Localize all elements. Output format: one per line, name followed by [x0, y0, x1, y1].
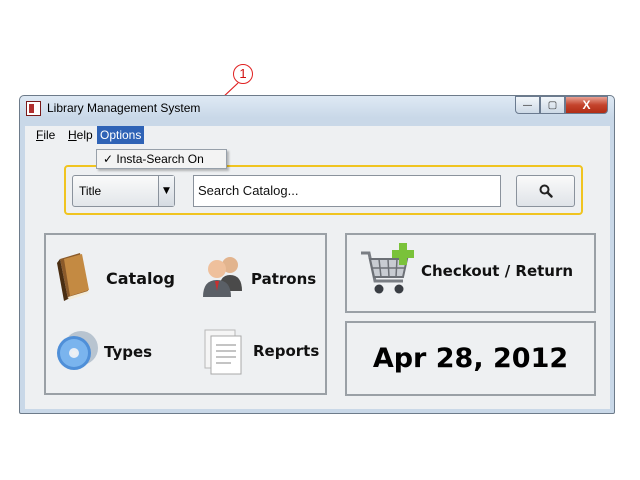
search-type-select[interactable]: Title ▼ [72, 175, 175, 207]
types-button[interactable]: Types [54, 328, 194, 380]
patrons-label: Patrons [251, 270, 317, 288]
app-window: Library Management System — ▢ X File Hel… [19, 95, 615, 414]
menu-options[interactable]: Options [97, 126, 145, 144]
catalog-label: Catalog [106, 269, 175, 288]
options-dropdown-menu: ✓ Insta-Search On [96, 149, 227, 169]
search-type-value: Title [79, 184, 102, 198]
reports-label: Reports [253, 342, 320, 360]
chevron-down-icon[interactable]: ▼ [158, 176, 174, 206]
disc-icon [57, 331, 98, 370]
app-book-icon [26, 101, 41, 116]
date-display: Apr 28, 2012 [345, 321, 596, 396]
menu-help[interactable]: Help [65, 126, 96, 144]
window-title: Library Management System [47, 101, 201, 115]
reports-button[interactable]: Reports [201, 328, 325, 380]
menu-bar: File Help Options [25, 126, 610, 145]
minimize-button[interactable]: — [515, 96, 540, 114]
annotation-number: 1 [233, 64, 253, 84]
people-icon [203, 257, 242, 297]
navigation-panel: Catalog Patrons Types Reports [44, 233, 327, 395]
shopping-cart-icon [361, 243, 414, 294]
menu-file-label: ile [43, 128, 56, 142]
search-input[interactable]: Search Catalog... [193, 175, 501, 207]
current-date: Apr 28, 2012 [372, 343, 569, 374]
document-icon [204, 329, 242, 375]
maximize-button[interactable]: ▢ [540, 96, 565, 114]
menu-file[interactable]: File [33, 126, 58, 144]
menu-help-label: elp [76, 128, 93, 142]
types-label: Types [104, 343, 153, 361]
close-button[interactable]: X [565, 96, 608, 114]
menu-help-mnemonic: H [68, 128, 77, 142]
checkout-return-label: Checkout / Return [421, 262, 574, 280]
patrons-button[interactable]: Patrons [201, 251, 325, 307]
insta-search-label: Insta-Search On [116, 152, 204, 166]
catalog-button[interactable]: Catalog [54, 251, 194, 307]
insta-search-option[interactable]: ✓ Insta-Search On [103, 152, 204, 166]
title-bar[interactable]: Library Management System — ▢ X [20, 96, 614, 120]
checkout-return-button[interactable]: Checkout / Return [345, 233, 596, 313]
book-icon [57, 253, 89, 301]
search-button[interactable] [516, 175, 575, 207]
window-controls: — ▢ X [515, 96, 608, 115]
check-icon: ✓ [103, 152, 114, 166]
search-icon [539, 184, 553, 198]
